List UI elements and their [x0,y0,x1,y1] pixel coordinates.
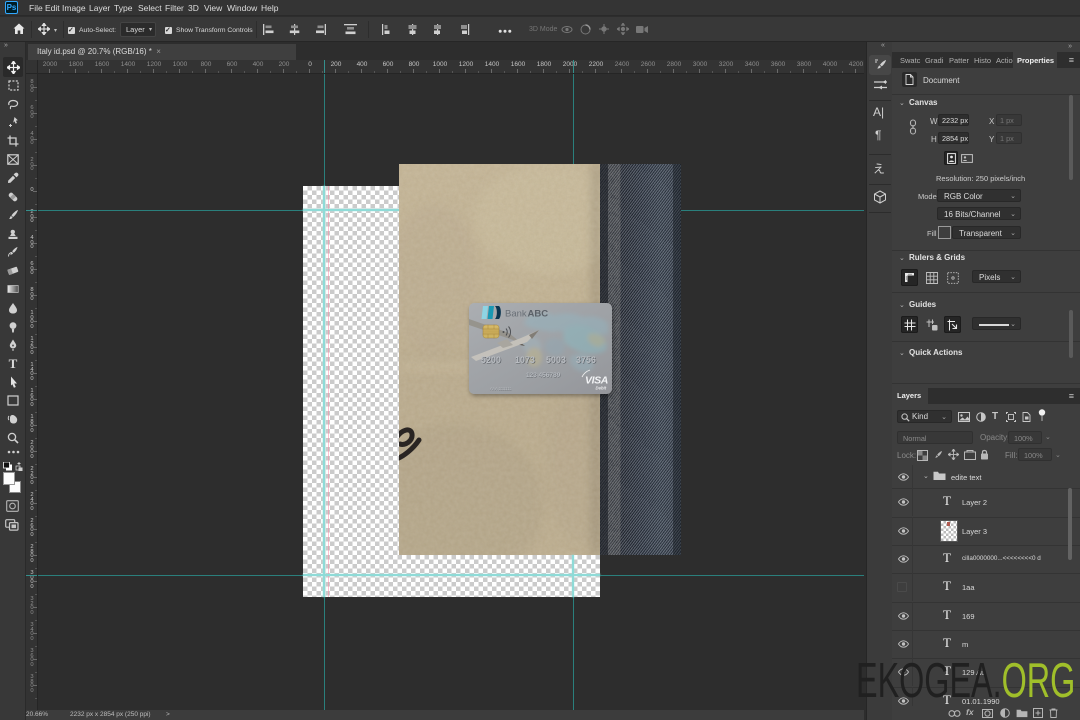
svg-text:AAA 1111111: AAA 1111111 [490,387,512,391]
svg-text:123 456789: 123 456789 [526,372,561,379]
svg-text:3756: 3756 [576,355,596,365]
svg-text:Debit: Debit [596,386,607,391]
svg-text:5200: 5200 [481,355,501,365]
svg-text:Bank: Bank [505,309,527,320]
svg-text:5003: 5003 [546,355,566,365]
svg-text:ABC: ABC [528,309,549,320]
svg-text:1073: 1073 [515,355,535,365]
